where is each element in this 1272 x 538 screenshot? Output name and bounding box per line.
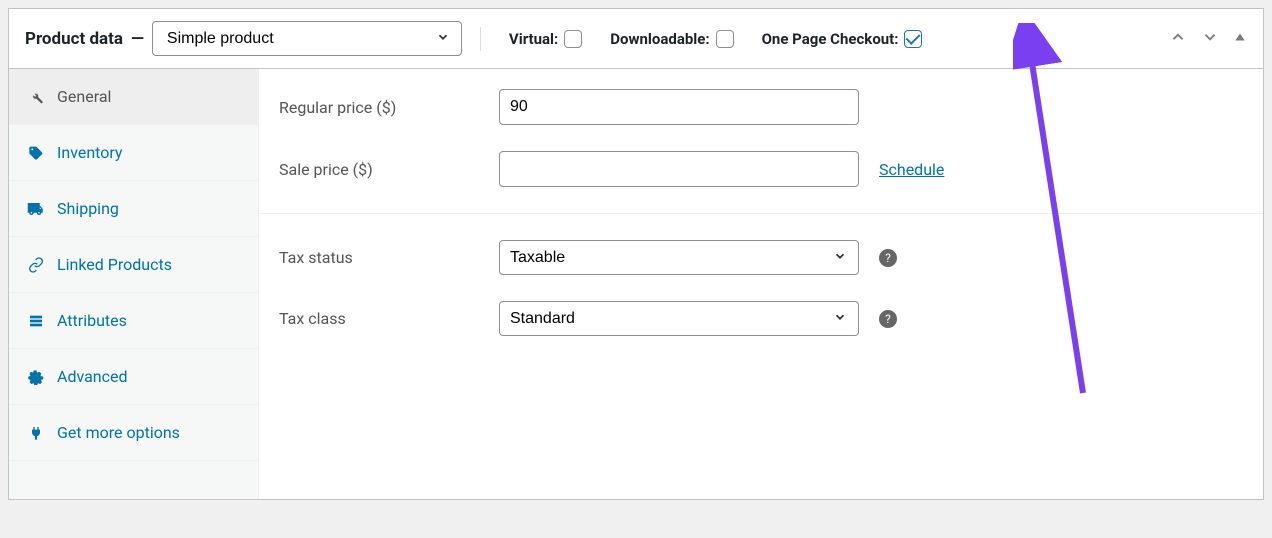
virtual-checkbox-group: Virtual: [509,30,582,48]
panel-body: General Inventory Shipping Linked Produc… [9,69,1263,499]
help-icon[interactable]: ? [879,310,897,328]
sale-price-row: Sale price ($) Schedule [279,151,1243,187]
tax-class-label: Tax class [279,309,479,328]
sidebar-item-more-options[interactable]: Get more options [9,405,258,461]
tax-status-row: Tax status Taxable ? [279,240,1243,275]
toggle-panel-icon[interactable] [1233,30,1247,48]
downloadable-checkbox[interactable] [716,30,734,48]
regular-price-label: Regular price ($) [279,98,479,117]
sale-price-input[interactable] [499,151,859,187]
sidebar-item-attributes[interactable]: Attributes [9,293,258,349]
tax-status-label: Tax status [279,248,479,267]
downloadable-checkbox-group: Downloadable: [610,30,733,48]
downloadable-label: Downloadable: [610,30,709,48]
link-icon [27,256,45,274]
sidebar-item-label: Get more options [57,423,180,442]
sidebar-item-label: Advanced [57,367,128,386]
general-tab-content: Regular price ($) Sale price ($) Schedul… [259,69,1263,499]
regular-price-row: Regular price ($) [279,89,1243,125]
plug-icon [27,424,45,442]
regular-price-input[interactable] [499,89,859,125]
virtual-checkbox[interactable] [564,30,582,48]
panel-title: Product data [25,29,123,49]
tax-status-select[interactable]: Taxable [499,240,859,275]
gear-icon [27,368,45,386]
section-divider [259,213,1263,214]
sale-price-label: Sale price ($) [279,160,479,179]
sidebar-item-label: Linked Products [57,255,172,274]
sidebar-item-inventory[interactable]: Inventory [9,125,258,181]
sidebar-tabs: General Inventory Shipping Linked Produc… [9,69,259,499]
sidebar-item-label: Attributes [57,311,127,330]
schedule-link[interactable]: Schedule [879,160,944,179]
truck-icon [27,200,45,218]
one-page-checkout-label: One Page Checkout: [762,30,899,48]
wrench-icon [27,88,45,106]
tax-class-select[interactable]: Standard [499,301,859,336]
panel-header: Product data — Simple product Virtual: D… [9,9,1263,69]
one-page-checkout-group: One Page Checkout: [762,30,923,48]
tag-icon [27,144,45,162]
product-data-panel: Product data — Simple product Virtual: D… [8,8,1264,500]
sidebar-item-label: General [57,87,111,106]
sidebar-item-advanced[interactable]: Advanced [9,349,258,405]
sidebar-item-label: Inventory [57,143,123,162]
sidebar-item-general[interactable]: General [9,69,258,125]
panel-controls [1169,28,1247,50]
move-down-icon[interactable] [1201,28,1219,50]
header-divider [480,27,481,51]
sidebar-item-linked-products[interactable]: Linked Products [9,237,258,293]
product-type-wrapper: Simple product [152,21,462,56]
list-icon [27,312,45,330]
tax-class-row: Tax class Standard ? [279,301,1243,336]
product-type-select[interactable]: Simple product [152,21,462,56]
title-dash: — [131,29,144,49]
virtual-label: Virtual: [509,30,558,48]
sidebar-item-shipping[interactable]: Shipping [9,181,258,237]
move-up-icon[interactable] [1169,28,1187,50]
sidebar-item-label: Shipping [57,199,119,218]
help-icon[interactable]: ? [879,249,897,267]
one-page-checkout-checkbox[interactable] [904,30,922,48]
